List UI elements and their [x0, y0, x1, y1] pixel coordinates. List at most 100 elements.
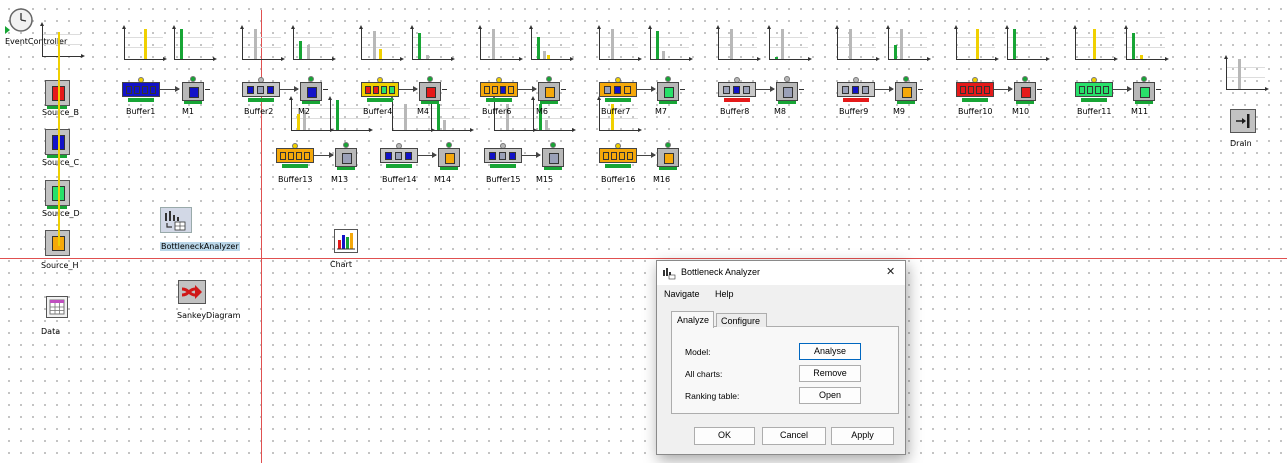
connector-arrow: [756, 86, 775, 92]
tab-configure-label: Configure: [721, 316, 761, 326]
bar-chart-icon: [337, 233, 355, 250]
buffer-2[interactable]: [242, 77, 280, 103]
machine-10[interactable]: [1012, 75, 1042, 105]
analyse-button[interactable]: Analyse: [799, 343, 861, 360]
dialog-title: Bottleneck Analyzer: [681, 267, 761, 277]
buffer-chart: [240, 25, 285, 62]
buffer-label: Buffer1: [126, 107, 156, 116]
tab-analyze[interactable]: Analyze: [671, 311, 714, 328]
machine-9[interactable]: [893, 75, 923, 105]
buffer-9[interactable]: [837, 77, 875, 103]
source-b-label: Source_B: [42, 108, 79, 117]
machine-chart: [1005, 25, 1050, 62]
machine-11[interactable]: [1131, 75, 1161, 105]
machine-label: M10: [1012, 107, 1030, 116]
tab-configure[interactable]: Configure: [716, 313, 767, 327]
machine-1[interactable]: [180, 75, 210, 105]
buffer-13[interactable]: [276, 143, 314, 169]
buffer-6[interactable]: [480, 77, 518, 103]
close-icon[interactable]: ✕: [886, 265, 895, 278]
buffer-label: Buffer9: [839, 107, 869, 116]
machine-label: M11: [1131, 107, 1149, 116]
buffer-label: Buffer14: [382, 175, 417, 184]
machine-7[interactable]: [655, 75, 685, 105]
sankey-label: SankeyDiagram: [177, 311, 241, 320]
buffer-7[interactable]: [599, 77, 637, 103]
buffer-chart: [478, 25, 523, 62]
connector-arrow: [522, 152, 541, 158]
machine-label: M8: [774, 107, 786, 116]
ok-button[interactable]: OK: [694, 427, 755, 445]
drain-chart: [1224, 55, 1269, 92]
machine-2[interactable]: [298, 75, 328, 105]
machine-chart: [529, 25, 574, 62]
app-icon: [663, 268, 676, 280]
connector-arrow: [518, 86, 537, 92]
buffer-label: Buffer2: [244, 107, 274, 116]
buffer-15[interactable]: [484, 143, 522, 169]
buffer-10[interactable]: [956, 77, 994, 103]
buffer-16[interactable]: [599, 143, 637, 169]
buffer-label: Buffer11: [1077, 107, 1112, 116]
bottleneck-analyzer[interactable]: [160, 207, 192, 233]
machine-6[interactable]: [536, 75, 566, 105]
buffer-11[interactable]: [1075, 77, 1113, 103]
bottleneck-analyzer-label: BottleneckAnalyzer: [160, 242, 240, 251]
data-table[interactable]: [46, 296, 68, 318]
connector-arrow: [875, 86, 894, 92]
machine-label: M2: [298, 107, 310, 116]
drain-icon: [1236, 114, 1250, 128]
remove-button[interactable]: Remove: [799, 365, 861, 382]
buffer-label: Buffer8: [720, 107, 750, 116]
data-label: Data: [41, 327, 61, 336]
chart-object[interactable]: [334, 229, 358, 253]
clock-icon: [5, 8, 33, 34]
machine-chart: [767, 25, 812, 62]
machine-label: M6: [536, 107, 548, 116]
connector-arrow: [418, 152, 437, 158]
machine-15[interactable]: [540, 141, 566, 171]
source-h-label: Source_H: [41, 261, 79, 270]
open-button[interactable]: Open: [799, 387, 861, 404]
buffer-chart: [122, 25, 167, 62]
connector-arrow: [314, 152, 334, 158]
machine-label: M13: [331, 175, 349, 184]
machine-13[interactable]: [333, 141, 359, 171]
buffer-4[interactable]: [361, 77, 399, 103]
bottleneck-analyzer-dialog: Bottleneck Analyzer ✕ Navigate Help Anal…: [656, 260, 906, 455]
machine-16[interactable]: [655, 141, 681, 171]
chart-label: Chart: [330, 260, 352, 269]
machine-14[interactable]: [436, 141, 462, 171]
menu-navigate[interactable]: Navigate: [664, 289, 700, 299]
buffer-14[interactable]: [380, 143, 418, 169]
cancel-button[interactable]: Cancel: [762, 427, 826, 445]
sankey-diagram[interactable]: [178, 280, 206, 304]
connector-arrow: [637, 152, 656, 158]
buffer-1[interactable]: [122, 77, 160, 103]
machine-label: M1: [182, 107, 194, 116]
source-h[interactable]: [40, 225, 100, 256]
machine-8[interactable]: [774, 75, 804, 105]
buffer-chart: [597, 25, 642, 62]
grid-line-horizontal: [0, 258, 1287, 259]
buffer-chart: [716, 25, 761, 62]
table-icon: [49, 299, 65, 315]
drain[interactable]: [1230, 109, 1256, 133]
machine-4[interactable]: [417, 75, 447, 105]
buffer-label: Buffer15: [486, 175, 521, 184]
tab-analyze-label: Analyze: [677, 315, 710, 325]
connector-arrow: [637, 86, 656, 92]
drain-label: Drain: [1230, 139, 1252, 148]
buffer-8[interactable]: [718, 77, 756, 103]
buffer-label: Buffer7: [601, 107, 631, 116]
menu-help[interactable]: Help: [715, 289, 734, 299]
source-connector: [58, 32, 60, 246]
buffer-label: Buffer16: [601, 175, 636, 184]
model-label: Model:: [685, 347, 711, 357]
machine-label: M16: [653, 175, 671, 184]
apply-button[interactable]: Apply: [831, 427, 894, 445]
machine-chart: [1124, 25, 1169, 62]
buffer-label: Buffer6: [482, 107, 512, 116]
machine-chart: [291, 25, 336, 62]
machine-label: M15: [536, 175, 554, 184]
